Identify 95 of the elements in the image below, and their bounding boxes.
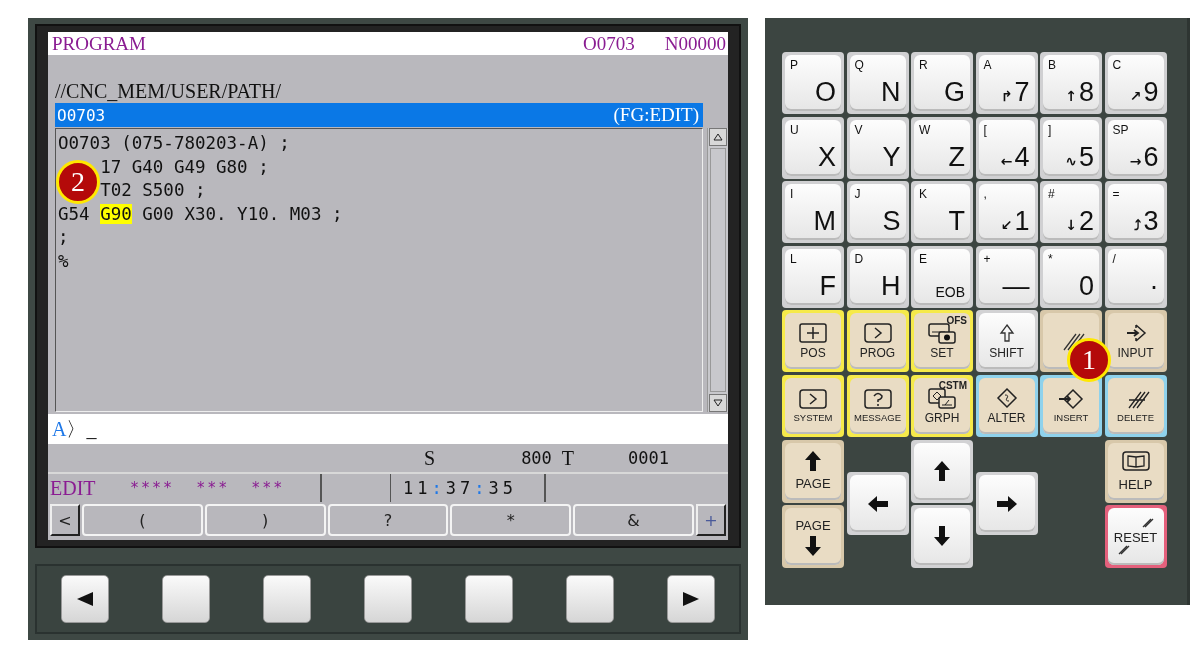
- slash-icon: [1141, 517, 1154, 528]
- spindle-value: 800: [521, 448, 552, 468]
- key[interactable]: A ↱7: [975, 52, 1038, 114]
- function-key[interactable]: INPUT: [1104, 310, 1167, 372]
- key[interactable]: L F: [782, 245, 844, 308]
- key[interactable]: R G: [911, 52, 973, 114]
- key[interactable]: [ ←4: [975, 116, 1038, 179]
- key[interactable]: , ↙1: [975, 181, 1038, 243]
- function-key[interactable]: DELETE: [1104, 374, 1167, 437]
- softkey[interactable]: (: [82, 504, 203, 536]
- chevron-icon: [862, 322, 893, 344]
- program-number: O0703: [583, 32, 635, 55]
- slash-icon: [1117, 544, 1130, 555]
- crosshair-icon: [798, 322, 828, 344]
- triangle-right-icon: [683, 592, 699, 606]
- selected-file-bar[interactable]: O0703 (FG:EDIT): [55, 103, 703, 127]
- file-path: //CNC_MEM/USER/PATH/: [55, 79, 282, 103]
- status-field: ***: [196, 479, 230, 497]
- status-field: ****: [130, 479, 175, 497]
- tool-label: T: [561, 446, 575, 470]
- book-icon: [1120, 450, 1151, 472]
- tool-value: 0001: [628, 448, 669, 468]
- offset-icon: [927, 322, 957, 344]
- sequence-number: N00000: [664, 32, 726, 55]
- input-value: 〉_: [66, 416, 97, 442]
- file-name: O0703: [57, 105, 107, 125]
- input-field[interactable]: A〉_: [48, 414, 728, 444]
- arrow-up-icon: [805, 451, 821, 471]
- navigation-key[interactable]: PAGE: [782, 439, 844, 503]
- function-key[interactable]: PROG: [846, 310, 909, 372]
- arrow-down-icon: [805, 536, 821, 556]
- function-key[interactable]: SHIFT: [975, 310, 1038, 372]
- key[interactable]: / ·: [1104, 245, 1167, 308]
- softkey-button[interactable]: [667, 575, 715, 623]
- scroll-up-icon: [709, 128, 727, 146]
- key[interactable]: = ⤴3: [1104, 181, 1167, 243]
- scroll-down-icon: [709, 394, 727, 412]
- function-key[interactable]: POS: [782, 310, 844, 372]
- input-prompt: A: [52, 417, 67, 441]
- key[interactable]: P O: [782, 52, 844, 114]
- arrow-up-icon: [934, 461, 950, 481]
- key[interactable]: ] ∿5: [1040, 116, 1102, 179]
- spindle-label: S: [424, 446, 436, 470]
- softkey[interactable]: ): [204, 504, 326, 536]
- key[interactable]: K T: [911, 181, 973, 243]
- navigation-key[interactable]: [975, 472, 1038, 535]
- diamond-arrow-icon: [1056, 388, 1086, 410]
- function-key[interactable]: CSTM GRPH: [911, 374, 973, 437]
- code-line: O0703 (075-780203-A) ;: [58, 133, 290, 153]
- softkey-button[interactable]: [61, 575, 109, 623]
- key[interactable]: Q N: [846, 52, 909, 114]
- clock-time: 11:37:35: [403, 478, 517, 498]
- chevron-icon: [798, 388, 828, 410]
- function-key[interactable]: INSERT: [1040, 374, 1102, 437]
- triangle-left-icon: [77, 592, 93, 606]
- function-key[interactable]: MESSAGE: [846, 374, 909, 437]
- key[interactable]: + —: [975, 245, 1038, 308]
- code-line: %: [58, 250, 69, 271]
- key[interactable]: * 0: [1040, 245, 1102, 308]
- mode-label: EDIT: [50, 476, 97, 500]
- question-icon: [862, 388, 893, 410]
- key[interactable]: C ↗9: [1104, 52, 1167, 114]
- navigation-key[interactable]: PAGE: [782, 504, 844, 568]
- softkey[interactable]: *: [450, 504, 572, 536]
- code-line: ;: [58, 227, 69, 247]
- screen-title: PROGRAM: [52, 32, 147, 55]
- arrow-left-icon: [867, 495, 888, 512]
- edit-mode-label: (FG:EDIT): [613, 104, 699, 126]
- key[interactable]: # ↓2: [1040, 181, 1102, 243]
- key[interactable]: I M: [782, 181, 844, 243]
- status-field: ***: [251, 479, 285, 497]
- key[interactable]: SP →6: [1104, 116, 1167, 179]
- key[interactable]: J S: [846, 181, 909, 243]
- navigation-key[interactable]: [911, 439, 973, 503]
- navigation-key[interactable]: [911, 504, 973, 568]
- key[interactable]: W Z: [911, 116, 973, 179]
- softkey[interactable]: &: [573, 504, 694, 536]
- key[interactable]: E EOB: [911, 245, 973, 308]
- function-key[interactable]: OFS SET: [911, 310, 973, 372]
- key[interactable]: D H: [846, 245, 909, 308]
- scrollbar[interactable]: [707, 128, 728, 412]
- code-line: T02 S500 ;: [100, 180, 206, 200]
- softkey[interactable]: ?: [327, 504, 449, 536]
- key[interactable]: V Y: [846, 116, 909, 179]
- arrow-down-icon: [934, 526, 950, 546]
- code-line: G54 G90 G00 X30. Y10. M03 ;: [58, 203, 343, 224]
- function-key[interactable]: ALTER: [975, 374, 1038, 437]
- code-line: 17 G40 G49 G80 ;: [100, 156, 269, 177]
- navigation-key[interactable]: [846, 472, 909, 535]
- key[interactable]: B ↑8: [1040, 52, 1102, 114]
- arrow-right-icon: [996, 495, 1017, 512]
- navigation-key[interactable]: HELP: [1104, 439, 1167, 503]
- navigation-key[interactable]: RESET: [1104, 504, 1167, 568]
- key[interactable]: U X: [782, 116, 844, 179]
- function-key[interactable]: SYSTEM: [782, 374, 844, 437]
